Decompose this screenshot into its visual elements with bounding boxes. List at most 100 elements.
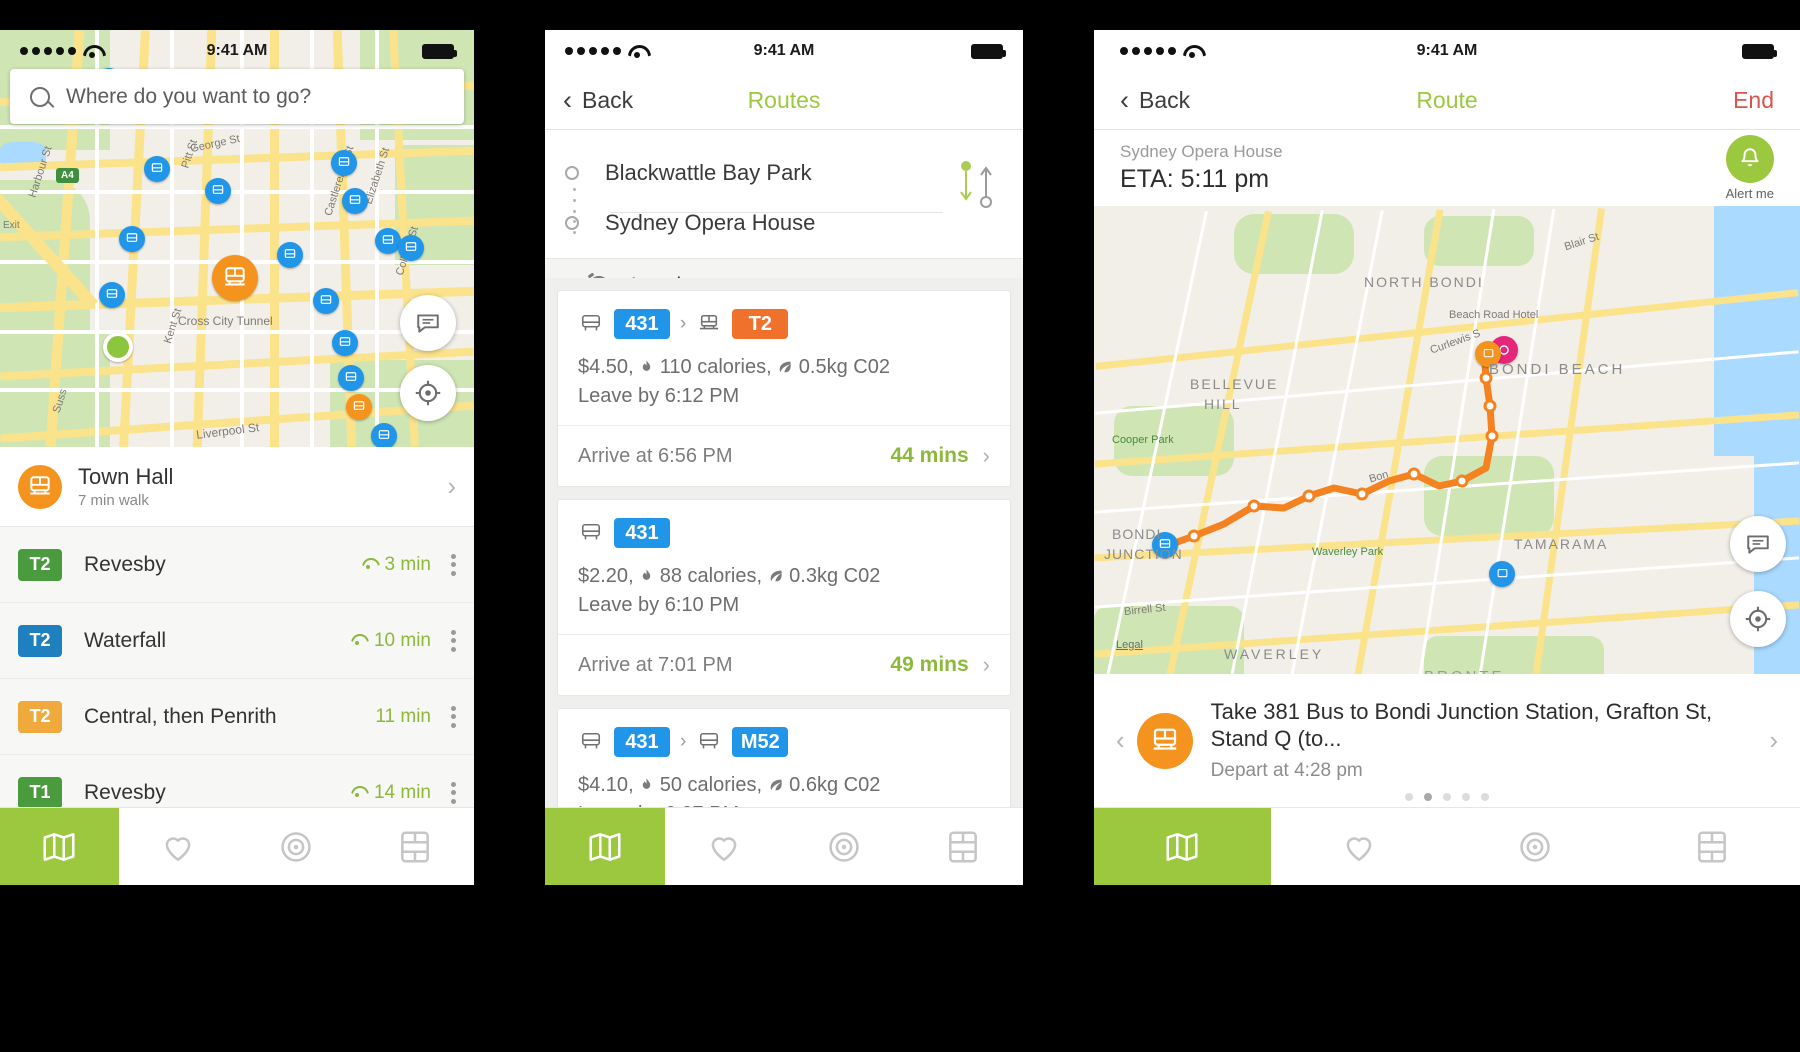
map-feedback-button[interactable] xyxy=(1730,516,1786,572)
table-row[interactable]: T2 Central, then Penrith 11 min xyxy=(0,679,474,755)
tab-timetable[interactable] xyxy=(1624,808,1800,885)
route-card[interactable]: 431 › M52 $4.10, 50 calories, 0.6kg C02Leav… xyxy=(557,708,1011,807)
tab-map[interactable] xyxy=(0,808,119,885)
origin-row[interactable]: Blackwattle Bay Park xyxy=(565,148,1003,198)
map-pin-bus[interactable] xyxy=(371,423,397,447)
more-options-icon[interactable] xyxy=(451,705,456,728)
swap-direction-button[interactable] xyxy=(953,158,999,210)
route-arrive: Arrive at 6:56 PM xyxy=(578,444,733,467)
map-feedback-button[interactable] xyxy=(400,295,456,351)
map-pin-train[interactable] xyxy=(346,394,372,420)
tab-bar xyxy=(545,807,1023,885)
pager-dot[interactable] xyxy=(1405,793,1413,801)
next-step-button[interactable]: › xyxy=(1757,725,1790,756)
phone-screen-navigation: 9:41 AM ‹ Back Route End Sydney Opera Ho… xyxy=(1094,30,1800,885)
route-legs: 431 xyxy=(578,518,990,548)
map-pin-bus[interactable] xyxy=(99,282,125,308)
instruction-subtitle: Depart at 4:28 pm xyxy=(1210,759,1363,781)
tab-favourites[interactable] xyxy=(119,808,238,885)
line-badge: T2 xyxy=(18,700,62,733)
bus-icon xyxy=(581,732,601,749)
destination-label: Revesby xyxy=(84,780,166,804)
map-pin-bus[interactable] xyxy=(338,365,364,391)
bus-icon xyxy=(378,430,390,439)
map-pin-bus[interactable] xyxy=(331,150,357,176)
route-card[interactable]: 431 › T2 $4.50, 110 calories, 0.5kg C02 Leav… xyxy=(557,290,1011,487)
pager-dot[interactable] xyxy=(1443,793,1451,801)
locate-me-button[interactable] xyxy=(1730,591,1786,647)
map-pin-town-hall[interactable] xyxy=(212,255,258,301)
pager-dot[interactable] xyxy=(1462,793,1470,801)
timetable-icon xyxy=(949,830,978,863)
map-label: Cross City Tunnel xyxy=(178,314,273,328)
chevron-right-icon: › xyxy=(982,443,990,468)
back-button[interactable]: ‹ Back xyxy=(1120,87,1190,114)
pager-dot[interactable] xyxy=(1424,793,1432,801)
map-canvas-3[interactable]: NORTH BONDI BONDI BEACH BELLEVUE HILL BO… xyxy=(1094,206,1800,696)
nearby-stop-row[interactable]: Town Hall 7 min walk › xyxy=(0,447,474,527)
map-pin-bus[interactable] xyxy=(277,242,303,268)
bus-icon xyxy=(405,242,417,251)
map-label: Waverley Park xyxy=(1312,546,1384,558)
map-pin-bus[interactable] xyxy=(342,188,368,214)
tab-favourites[interactable] xyxy=(665,808,785,885)
search-input[interactable]: Where do you want to go? xyxy=(10,69,464,124)
alert-me-button[interactable]: Alert me xyxy=(1726,135,1774,201)
signal-dots-icon xyxy=(1120,47,1176,55)
end-navigation-button[interactable]: End xyxy=(1733,87,1774,114)
routes-list[interactable]: 431 › T2 $4.50, 110 calories, 0.5kg C02 Leav… xyxy=(545,278,1023,807)
wifi-icon xyxy=(82,44,101,58)
route-meta: $2.20, 88 calories, 0.3kg C02 Leave by 6:… xyxy=(578,565,881,616)
speech-bubble-icon xyxy=(417,314,439,333)
tab-nearby[interactable] xyxy=(784,808,904,885)
map-pin-bus[interactable] xyxy=(144,156,170,182)
destination-label: Sydney Opera House xyxy=(605,210,816,235)
map-label: BONDI BEACH xyxy=(1489,361,1626,378)
avatar xyxy=(18,464,62,509)
timetable-icon xyxy=(1697,830,1726,863)
bus-icon xyxy=(382,235,394,244)
live-signal-icon xyxy=(350,634,366,648)
table-row[interactable]: T2 Revesby 3 min xyxy=(0,527,474,603)
route-arrive: Arrive at 7:01 PM xyxy=(578,653,733,676)
locate-me-button[interactable] xyxy=(400,365,456,421)
destination-row[interactable]: Sydney Opera House xyxy=(565,198,1003,248)
tab-bar xyxy=(1094,807,1800,885)
route-legs: 431 › M52 xyxy=(578,727,990,757)
map-pin-bus[interactable] xyxy=(313,288,339,314)
bus-icon xyxy=(1497,568,1507,577)
tab-favourites[interactable] xyxy=(1271,808,1448,885)
back-button[interactable]: ‹ Back xyxy=(563,87,633,114)
step-pager[interactable] xyxy=(1094,793,1800,801)
more-options-icon[interactable] xyxy=(451,781,456,804)
table-row[interactable]: T2 Waterfall 10 min xyxy=(0,603,474,679)
tab-nearby[interactable] xyxy=(1447,808,1624,885)
bus-icon xyxy=(151,163,163,172)
route-calories: 88 calories xyxy=(659,565,757,587)
tab-nearby[interactable] xyxy=(237,808,356,885)
locate-me-icon xyxy=(415,380,441,406)
tab-timetable[interactable] xyxy=(904,808,1024,885)
route-calories: 50 calories xyxy=(659,774,757,796)
bus-icon xyxy=(700,732,719,749)
map-pin-bus[interactable] xyxy=(119,226,145,252)
nav-bar: ‹ Back Route End xyxy=(1094,72,1800,130)
nav-bar: ‹ Back Routes xyxy=(545,72,1023,130)
bus-icon xyxy=(349,195,361,204)
route-dash-connector xyxy=(573,188,576,234)
map-pin-bus[interactable] xyxy=(398,235,424,261)
map-label: WAVERLEY xyxy=(1224,646,1325,662)
map-pin-bus[interactable] xyxy=(332,330,358,356)
prev-step-button[interactable]: ‹ xyxy=(1104,725,1137,756)
map-pin-bus[interactable] xyxy=(205,178,231,204)
tab-map[interactable] xyxy=(1094,808,1271,885)
route-card[interactable]: 431 $2.20, 88 calories, 0.3kg C02 Leave by… xyxy=(557,499,1011,696)
map-pin-bus[interactable] xyxy=(375,228,401,254)
more-options-icon[interactable] xyxy=(451,629,456,652)
pager-dot[interactable] xyxy=(1481,793,1489,801)
more-options-icon[interactable] xyxy=(451,553,456,576)
tab-map[interactable] xyxy=(545,808,665,885)
map-pin-poi[interactable] xyxy=(1489,561,1515,587)
tab-timetable[interactable] xyxy=(356,808,475,885)
back-label: Back xyxy=(1139,87,1191,113)
